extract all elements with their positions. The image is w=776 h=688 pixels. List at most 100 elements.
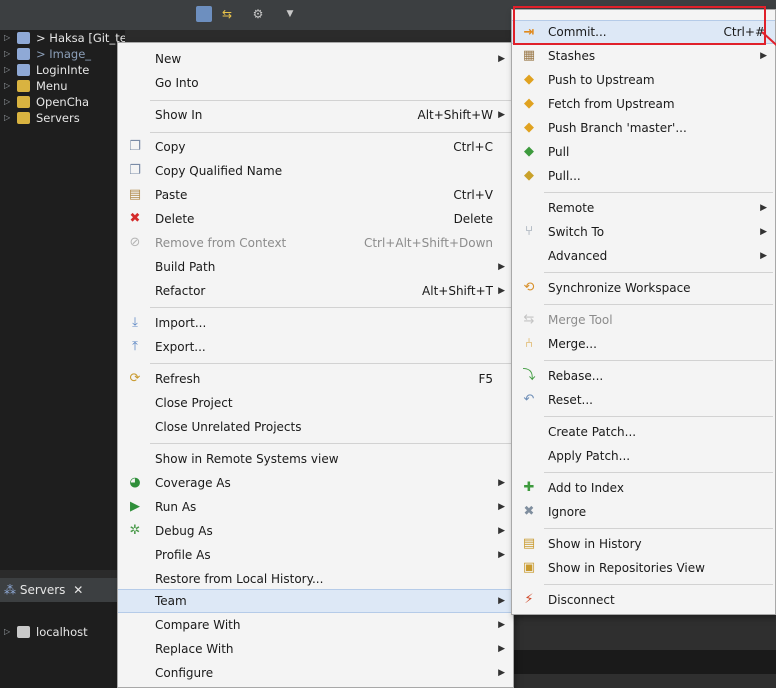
tree-expand-icon[interactable]: ▷	[4, 62, 10, 78]
menu-item-pull-dialog[interactable]: ◆ Pull...	[512, 164, 775, 188]
servers-tab[interactable]: ⁂ Servers ✕	[0, 578, 118, 602]
project-explorer: ▷ > Haksa [Git_test master] ▷ > Image_ ▷…	[0, 30, 125, 570]
menu-item-create-patch[interactable]: Create Patch...	[512, 420, 775, 444]
server-icon	[17, 626, 30, 638]
toolbar-outline-icon[interactable]	[196, 6, 212, 22]
menu-item-show-in-remote-systems[interactable]: Show in Remote Systems view	[118, 447, 513, 471]
menu-item-new[interactable]: New ▶	[118, 47, 513, 71]
toolbar-view-menu-icon[interactable]: ⚙	[250, 6, 266, 22]
submenu-arrow-icon: ▶	[498, 596, 505, 606]
menu-item-label: Run As	[155, 500, 197, 514]
menu-item-rebase[interactable]: ⤵ Rebase...	[512, 364, 775, 388]
menu-item-label: Synchronize Workspace	[548, 281, 691, 295]
git-project-icon	[17, 32, 30, 44]
menu-item-add-to-index[interactable]: ✚ Add to Index	[512, 476, 775, 500]
tree-row[interactable]: ▷ OpenCha	[0, 94, 125, 110]
submenu-arrow-icon: ▶	[498, 668, 505, 678]
menu-item-label: Import...	[155, 316, 207, 330]
submenu-arrow-icon: ▶	[498, 262, 505, 272]
menu-item-export[interactable]: ⤒ Export...	[118, 335, 513, 359]
menu-item-replace-with[interactable]: Replace With ▶	[118, 637, 513, 661]
menu-item-configure[interactable]: Configure ▶	[118, 661, 513, 685]
menu-separator	[150, 307, 511, 308]
tree-label: localhost	[36, 625, 88, 639]
menu-item-import[interactable]: ⤓ Import...	[118, 311, 513, 335]
menu-item-remove-from-context[interactable]: ⊘ Remove from Context Ctrl+Alt+Shift+Dow…	[118, 231, 513, 255]
tree-expand-icon[interactable]: ▷	[4, 78, 10, 94]
menu-item-switch-to[interactable]: ⑂ Switch To ▶	[512, 220, 775, 244]
menu-item-ignore[interactable]: ✖ Ignore	[512, 500, 775, 524]
tree-row[interactable]: ▷ localhost	[0, 624, 130, 640]
menu-item-close-unrelated-projects[interactable]: Close Unrelated Projects	[118, 415, 513, 439]
tree-label: > Haksa [Git_test master]	[36, 31, 125, 45]
menu-item-show-in-history[interactable]: ▤ Show in History	[512, 532, 775, 556]
menu-item-restore-local-history[interactable]: Restore from Local History...	[118, 567, 513, 591]
menu-item-show-in[interactable]: Show In Alt+Shift+W ▶	[118, 103, 513, 127]
menu-item-apply-patch[interactable]: Apply Patch...	[512, 444, 775, 468]
servers-tab-label: Servers	[19, 583, 66, 597]
menu-item-label: Remove from Context	[155, 236, 287, 250]
menu-item-debug-as[interactable]: ✲ Debug As ▶	[118, 519, 513, 543]
menu-item-shortcut: Alt+Shift+W	[417, 108, 494, 122]
menu-item-run-as[interactable]: ▶ Run As ▶	[118, 495, 513, 519]
menu-item-copy-qualified-name[interactable]: ❐ Copy Qualified Name	[118, 159, 513, 183]
menu-item-profile-as[interactable]: Profile As ▶	[118, 543, 513, 567]
tree-row[interactable]: ▷ LoginInte	[0, 62, 125, 78]
push-upstream-icon: ◆	[524, 72, 534, 87]
tree-expand-icon[interactable]: ▷	[4, 46, 10, 62]
menu-item-copy[interactable]: ❐ Copy Ctrl+C	[118, 135, 513, 159]
menu-item-pull[interactable]: ◆ Pull	[512, 140, 775, 164]
menu-item-merge[interactable]: ⑃ Merge...	[512, 332, 775, 356]
menu-item-shortcut: Alt+Shift+T	[422, 284, 493, 298]
menu-item-fetch-from-upstream[interactable]: ◆ Fetch from Upstream	[512, 92, 775, 116]
menu-item-reset[interactable]: ↶ Reset...	[512, 388, 775, 412]
menu-item-label: Profile As	[155, 548, 211, 562]
toolbar-dropdown-icon[interactable]: ▼	[282, 6, 298, 22]
tree-expand-icon[interactable]: ▷	[4, 30, 10, 46]
menu-item-advanced[interactable]: Advanced ▶	[512, 244, 775, 268]
disconnect-icon: ⚡	[524, 592, 534, 607]
menu-item-delete[interactable]: ✖ Delete Delete	[118, 207, 513, 231]
menu-item-shortcut: Ctrl+V	[453, 188, 493, 202]
tree-expand-icon[interactable]: ▷	[4, 94, 10, 110]
menu-item-stashes[interactable]: ▦ Stashes ▶	[512, 44, 775, 68]
menu-item-label: Replace With	[155, 642, 234, 656]
git-project-icon	[17, 48, 30, 60]
tree-row[interactable]: ▷ Servers	[0, 110, 125, 126]
menu-item-close-project[interactable]: Close Project	[118, 391, 513, 415]
menu-item-disconnect[interactable]: ⚡ Disconnect	[512, 588, 775, 612]
tree-expand-icon[interactable]: ▷	[4, 110, 10, 126]
menu-separator	[150, 132, 511, 133]
menu-separator	[544, 584, 773, 585]
menu-item-push-branch[interactable]: ◆ Push Branch 'master'...	[512, 116, 775, 140]
submenu-arrow-icon: ▶	[498, 54, 505, 64]
menu-item-compare-with[interactable]: Compare With ▶	[118, 613, 513, 637]
fetch-upstream-icon: ◆	[524, 96, 534, 111]
submenu-arrow-icon: ▶	[498, 286, 505, 296]
rebase-icon: ⤵	[522, 368, 536, 383]
toolbar-sync-icon[interactable]: ⇆	[219, 6, 235, 22]
menu-item-remote[interactable]: Remote ▶	[512, 196, 775, 220]
tree-expand-icon[interactable]: ▷	[4, 624, 10, 640]
close-icon[interactable]: ✕	[73, 583, 83, 597]
menu-item-label: Coverage As	[155, 476, 231, 490]
menu-item-refresh[interactable]: ⟳ Refresh F5	[118, 367, 513, 391]
tree-row[interactable]: ▷ > Image_	[0, 46, 125, 62]
menu-item-refactor[interactable]: Refactor Alt+Shift+T ▶	[118, 279, 513, 303]
menu-item-push-to-upstream[interactable]: ◆ Push to Upstream	[512, 68, 775, 92]
menu-item-synchronize-workspace[interactable]: ⟲ Synchronize Workspace	[512, 276, 775, 300]
menu-item-label: Team	[155, 594, 187, 608]
menu-item-label: Reset...	[548, 393, 593, 407]
menu-separator	[150, 100, 511, 101]
menu-item-show-in-repositories-view[interactable]: ▣ Show in Repositories View	[512, 556, 775, 580]
tree-row[interactable]: ▷ Menu	[0, 78, 125, 94]
menu-item-paste[interactable]: ▤ Paste Ctrl+V	[118, 183, 513, 207]
menu-item-label: Delete	[155, 212, 195, 226]
menu-item-merge-tool[interactable]: ⇆ Merge Tool	[512, 308, 775, 332]
menu-item-coverage-as[interactable]: ◕ Coverage As ▶	[118, 471, 513, 495]
menu-item-go-into[interactable]: Go Into	[118, 71, 513, 95]
menu-item-build-path[interactable]: Build Path ▶	[118, 255, 513, 279]
menu-item-team[interactable]: Team ▶	[118, 589, 513, 613]
tree-row[interactable]: ▷ > Haksa [Git_test master]	[0, 30, 125, 46]
servers-icon: ⁂	[4, 583, 16, 597]
